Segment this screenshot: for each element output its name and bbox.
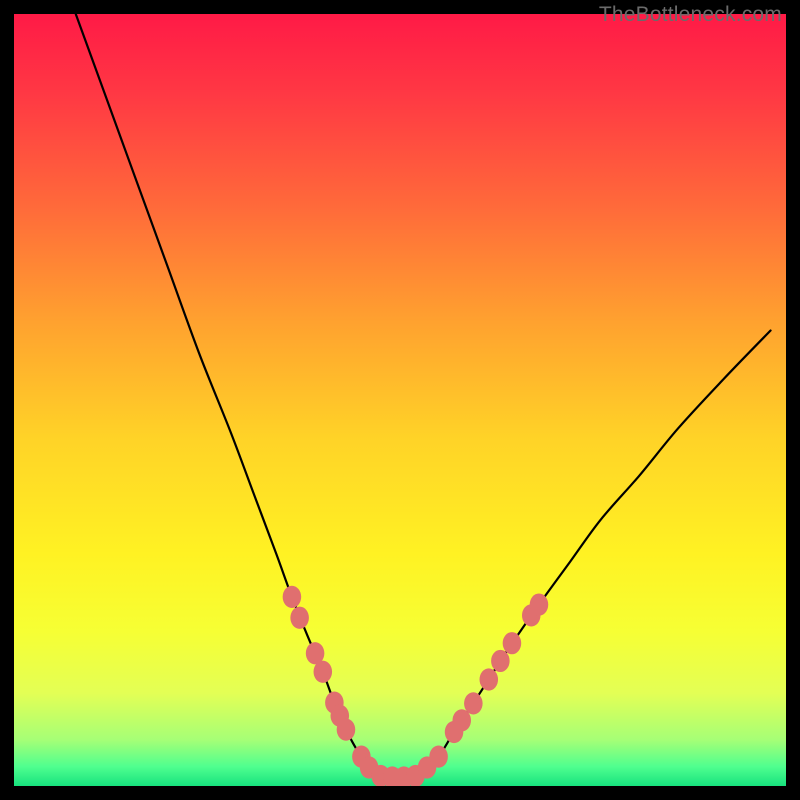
curve-marker: [491, 650, 510, 672]
curve-layer: [14, 14, 786, 786]
bottleneck-curve: [76, 14, 771, 778]
curve-marker: [314, 661, 333, 683]
curve-marker: [429, 746, 448, 768]
watermark-text: TheBottleneck.com: [599, 3, 782, 27]
curve-markers: [283, 586, 549, 786]
curve-marker: [283, 586, 302, 608]
curve-marker: [503, 632, 522, 654]
curve-marker: [464, 692, 483, 714]
curve-marker: [337, 719, 356, 741]
curve-marker: [290, 607, 309, 629]
curve-marker: [480, 668, 499, 690]
curve-marker: [530, 593, 549, 615]
plot-area: [14, 14, 786, 786]
chart-stage: TheBottleneck.com: [0, 0, 800, 800]
